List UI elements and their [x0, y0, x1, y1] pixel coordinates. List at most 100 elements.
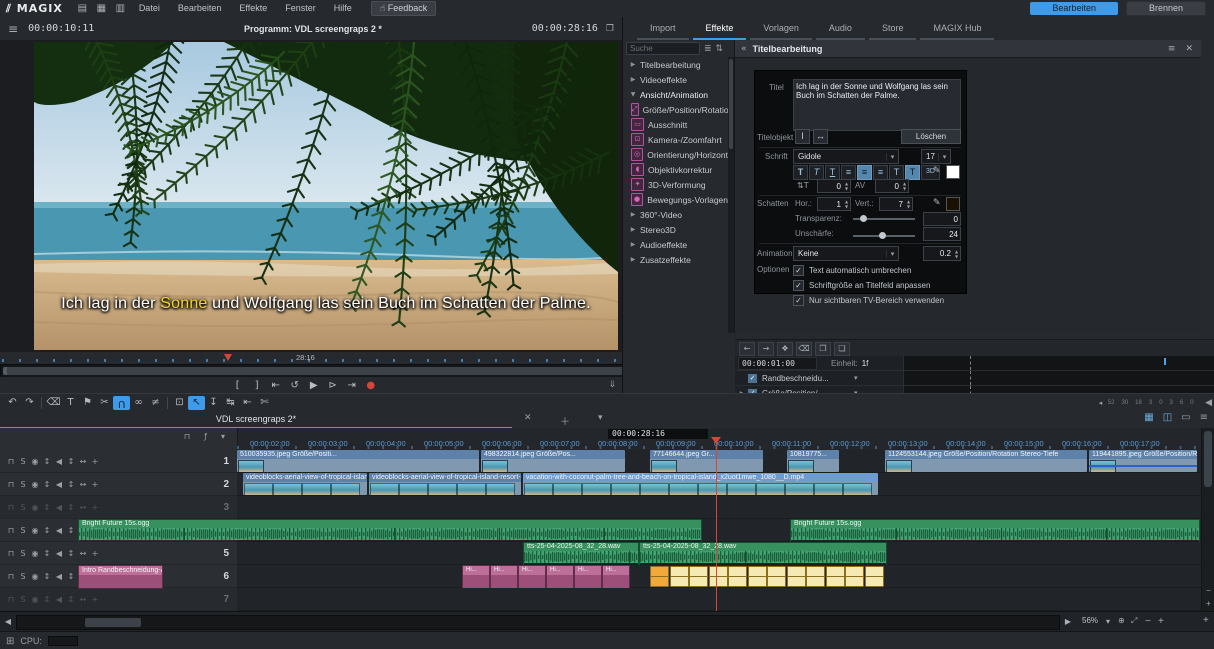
- play-range-button[interactable]: ⊳: [325, 379, 340, 392]
- track-visibility-button[interactable]: ◉: [29, 526, 41, 535]
- track-fx-button[interactable]: +: [89, 595, 101, 604]
- video-frame[interactable]: Ich lag in der Sonne und Wolfgang las se…: [34, 42, 618, 350]
- unschaerfe-slider[interactable]: [853, 235, 915, 237]
- film-clip[interactable]: vacation-with-coconut-palm-tree-and-beac…: [523, 473, 878, 495]
- unschaerfe-value[interactable]: 24: [923, 227, 961, 241]
- meter-handle-icon[interactable]: ◂: [1099, 399, 1103, 407]
- text-tool-button[interactable]: T: [62, 396, 79, 410]
- track-header[interactable]: ⊓S◉↕◀↕↔+5: [0, 542, 237, 565]
- tree-item[interactable]: ⊡Kamera-/Zoomfahrt: [626, 132, 728, 147]
- speaker-icon[interactable]: ◀: [1205, 398, 1212, 408]
- animation-speed-input[interactable]: 0.2▲▼: [923, 246, 961, 261]
- track-automation-button[interactable]: ↕: [65, 503, 77, 512]
- zoom-100-button[interactable]: ⊕: [1118, 616, 1125, 625]
- track-lane[interactable]: [237, 588, 1202, 611]
- keyframe-param-row[interactable]: ✓Randbeschneidu...▾: [735, 371, 1214, 386]
- tree-item[interactable]: ⤢Größe/Position/Rotation: [626, 102, 728, 117]
- kerning-input[interactable]: 0▲▼: [875, 179, 909, 193]
- param-checkbox[interactable]: ✓: [747, 373, 758, 384]
- checkbox-checked-icon[interactable]: ✓: [793, 265, 804, 276]
- menu-datei[interactable]: Datei: [130, 0, 169, 17]
- sort-icon[interactable]: ⇅: [716, 44, 724, 54]
- paste-keyframe-button[interactable]: ❏: [834, 342, 850, 356]
- subtitle-clip[interactable]: [826, 566, 845, 587]
- track-resize-button[interactable]: ↔: [77, 549, 89, 558]
- play-button[interactable]: ▶: [306, 379, 321, 392]
- track-resize-button[interactable]: ↔: [77, 503, 89, 512]
- track-solo-button[interactable]: S: [17, 457, 29, 466]
- undo-button[interactable]: ↶: [4, 396, 21, 410]
- audio-edit-button[interactable]: ✄: [256, 396, 273, 410]
- checkbox-checked-icon[interactable]: ✓: [793, 295, 804, 306]
- marker-button[interactable]: ⚑: [79, 396, 96, 410]
- track-fx-button[interactable]: +: [89, 503, 101, 512]
- track-visibility-button[interactable]: ◉: [29, 572, 41, 581]
- film-clip[interactable]: videoblocks-aerial-view-of-tropical-isla…: [243, 473, 367, 495]
- tree-group[interactable]: ▶Stereo3D: [626, 222, 728, 237]
- tree-item[interactable]: ◖Objektivkorrektur: [626, 162, 728, 177]
- shadow-color-picker-icon[interactable]: ✎: [933, 198, 941, 208]
- track-lane[interactable]: tts-25-04-2025-08_32_28.wavtts-25-04-202…: [237, 542, 1202, 565]
- feedback-button[interactable]: ☝ Feedback: [371, 1, 437, 16]
- track-lock-icon[interactable]: ⊓: [5, 480, 17, 489]
- subtitle-clip[interactable]: [689, 566, 708, 587]
- param-dropdown-icon[interactable]: ▾: [854, 374, 858, 382]
- range-select-button[interactable]: ⊡: [171, 396, 188, 410]
- panel-close-icon[interactable]: ✕: [1185, 44, 1193, 54]
- add-project-icon[interactable]: ＋: [560, 413, 570, 428]
- tree-group[interactable]: ▶Zusatzeffekte: [626, 252, 728, 267]
- keyframe-strip[interactable]: [903, 371, 1214, 385]
- track-lock-icon[interactable]: ⊓: [5, 549, 17, 558]
- jump-end-button[interactable]: ⇥: [344, 379, 359, 392]
- delete-button[interactable]: ⌫: [45, 396, 62, 410]
- subtitle-clip[interactable]: [865, 566, 884, 587]
- title-small-clip[interactable]: Hi...: [602, 565, 630, 589]
- text-cursor-icon[interactable]: I: [795, 129, 810, 144]
- image-clip[interactable]: 498322814.jpeg Größe/Pos...: [481, 450, 625, 472]
- shadow-vert-input[interactable]: 7▲▼: [879, 197, 913, 211]
- track-curve-button[interactable]: ↕: [41, 526, 53, 535]
- tree-item[interactable]: ✦3D-Verformung: [626, 177, 728, 192]
- copy-keyframe-button[interactable]: ❐: [815, 342, 831, 356]
- panel-back-icon[interactable]: «: [741, 44, 747, 54]
- track-mute-button[interactable]: ◀: [53, 572, 65, 581]
- window-menu-icon[interactable]: ≡: [1200, 412, 1208, 423]
- new-project-icon[interactable]: ▤: [76, 3, 89, 15]
- redo-button[interactable]: ↷: [21, 396, 38, 410]
- panel-menu-icon[interactable]: ≡: [1168, 44, 1176, 54]
- bold-button[interactable]: T: [793, 165, 808, 180]
- subtitle-clip[interactable]: [748, 566, 767, 587]
- title-small-clip[interactable]: Hi...: [462, 565, 490, 589]
- close-project-icon[interactable]: ✕: [524, 413, 532, 423]
- track-lane[interactable]: [237, 496, 1202, 519]
- align-right-button[interactable]: ≡: [873, 165, 888, 180]
- track-automation-button[interactable]: ↕: [65, 457, 77, 466]
- track-solo-button[interactable]: S: [17, 595, 29, 604]
- italic-button[interactable]: T: [809, 165, 824, 180]
- checkbox-checked-icon[interactable]: ✓: [793, 280, 804, 291]
- text-color-picker-icon[interactable]: ✎: [933, 166, 941, 176]
- image-clip[interactable]: 77146644.jpeg Gr...: [650, 450, 763, 472]
- track-fx-button[interactable]: +: [89, 457, 101, 466]
- open-project-icon[interactable]: ▦: [95, 3, 108, 15]
- preview-menu-icon[interactable]: ≡: [8, 22, 18, 36]
- zoom-fit-button[interactable]: ⤢: [1131, 616, 1137, 626]
- mixer-icon[interactable]: ▦: [1144, 412, 1153, 423]
- animation-select[interactable]: Keine▾: [793, 246, 899, 261]
- film-clip[interactable]: videoblocks-aerial-view-of-tropical-isla…: [369, 473, 521, 495]
- track-automation-button[interactable]: ↕: [65, 549, 77, 558]
- add-keyframe-button[interactable]: ❖: [777, 342, 793, 356]
- image-clip[interactable]: 1124553144.jpeg Größe/Position/Rotation …: [885, 450, 1087, 472]
- track-zoom-out-button[interactable]: −: [1202, 586, 1214, 595]
- tab-import[interactable]: Import: [637, 18, 689, 40]
- preview-scrollbar-thumb[interactable]: [3, 367, 627, 375]
- frame-rate-icon[interactable]: ƒ: [204, 432, 207, 441]
- track-visibility-button[interactable]: ◉: [29, 595, 41, 604]
- zoom-dropdown-icon[interactable]: ▾: [1106, 617, 1110, 626]
- transparenz-value[interactable]: 0: [923, 212, 961, 226]
- track-header[interactable]: ⊓S◉↕◀↕↔+1: [0, 450, 237, 473]
- shadow-color-swatch[interactable]: [946, 197, 960, 211]
- save-project-icon[interactable]: ▥: [114, 3, 127, 15]
- track-curve-button[interactable]: ↕: [41, 572, 53, 581]
- track-lane[interactable]: Intro Randbeschneidung-Aus...Hi...Hi...H…: [237, 565, 1202, 588]
